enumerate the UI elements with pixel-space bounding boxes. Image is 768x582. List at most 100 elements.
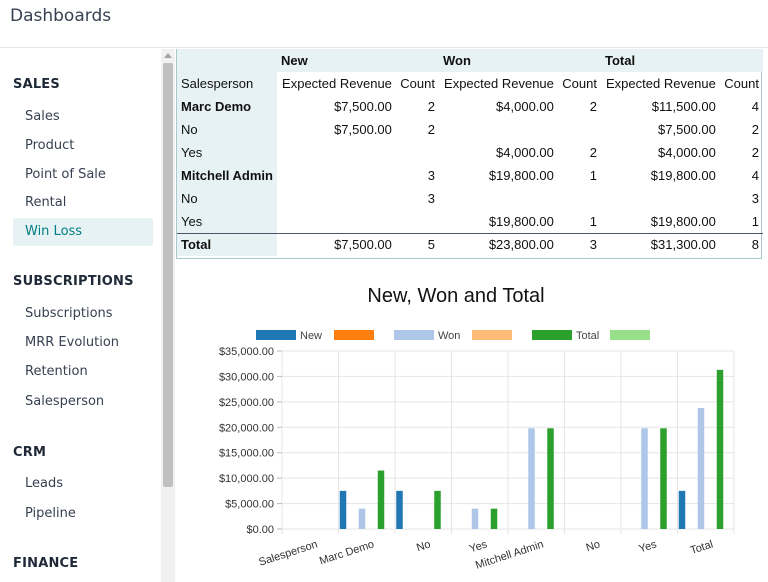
- pivot-cell[interactable]: [439, 118, 558, 141]
- pivot-total-label[interactable]: Total: [177, 232, 277, 256]
- pivot-measure-header[interactable]: Count: [558, 72, 601, 95]
- pivot-cell[interactable]: [277, 164, 396, 187]
- pivot-row-label[interactable]: Yes: [177, 210, 277, 233]
- legend-swatch-4[interactable]: [532, 330, 572, 340]
- pivot-cell[interactable]: [439, 187, 558, 210]
- pivot-total-cell[interactable]: $23,800.00: [438, 232, 558, 256]
- pivot-cell[interactable]: 4: [720, 95, 763, 118]
- pivot-cell[interactable]: 2: [558, 141, 601, 164]
- pivot-cell[interactable]: [558, 187, 601, 210]
- bar[interactable]: [660, 428, 667, 529]
- legend-label-2[interactable]: Won: [438, 330, 460, 342]
- pivot-row-label[interactable]: Mitchell Admin: [177, 164, 277, 187]
- pivot-cell[interactable]: [277, 141, 396, 164]
- pivot-group-header-won[interactable]: Won: [438, 49, 601, 72]
- pivot-cell[interactable]: 2: [396, 95, 439, 118]
- pivot-cell[interactable]: 1: [558, 164, 601, 187]
- scroll-up-arrow-icon[interactable]: [164, 53, 172, 58]
- pivot-cell[interactable]: $4,000.00: [601, 141, 720, 164]
- sidebar-item-point-of-sale[interactable]: Point of Sale: [13, 161, 153, 189]
- bar[interactable]: [641, 428, 648, 529]
- pivot-row-label[interactable]: Marc Demo: [177, 95, 277, 118]
- legend-swatch-0[interactable]: [256, 330, 296, 340]
- pivot-total-cell[interactable]: 8: [719, 232, 763, 256]
- app-title: Dashboards: [10, 6, 112, 26]
- sidebar-item-subscriptions[interactable]: Subscriptions: [13, 300, 153, 328]
- pivot-cell[interactable]: $19,800.00: [601, 210, 720, 233]
- pivot-cell[interactable]: $7,500.00: [277, 118, 396, 141]
- pivot-total-cell[interactable]: $31,300.00: [600, 232, 720, 256]
- bar[interactable]: [339, 490, 347, 529]
- pivot-cell[interactable]: 1: [720, 210, 763, 233]
- chart-legend[interactable]: New Won Total: [256, 330, 650, 342]
- pivot-row-label[interactable]: Yes: [177, 141, 277, 164]
- pivot-cell[interactable]: [277, 187, 396, 210]
- pivot-cell[interactable]: 3: [396, 164, 439, 187]
- bar[interactable]: [678, 490, 686, 529]
- sidebar-item-retention[interactable]: Retention: [13, 358, 153, 386]
- sidebar-item-pipeline[interactable]: Pipeline: [13, 500, 153, 528]
- pivot-total-cell[interactable]: $7,500.00: [277, 232, 396, 256]
- pivot-measure-header[interactable]: Count: [396, 72, 439, 95]
- pivot-cell[interactable]: [558, 118, 601, 141]
- bar[interactable]: [434, 490, 441, 529]
- bar[interactable]: [528, 428, 535, 529]
- sidebar-item-win-loss[interactable]: Win Loss: [13, 218, 153, 246]
- pivot-cell[interactable]: [396, 141, 439, 164]
- bar[interactable]: [490, 508, 498, 529]
- pivot-cell[interactable]: [277, 210, 396, 233]
- pivot-measure-header[interactable]: Expected Revenue: [601, 72, 720, 95]
- pivot-measure-header[interactable]: Count: [720, 72, 763, 95]
- bar[interactable]: [471, 508, 479, 529]
- pivot-total-cell[interactable]: 3: [557, 232, 601, 256]
- sidebar-heading-crm: CRM: [13, 445, 47, 460]
- pivot-cell[interactable]: 2: [720, 118, 763, 141]
- pivot-group-header-total[interactable]: Total: [600, 49, 763, 72]
- bar[interactable]: [716, 369, 724, 529]
- pivot-measure-header[interactable]: Expected Revenue: [439, 72, 558, 95]
- sidebar-item-rental[interactable]: Rental: [13, 189, 153, 217]
- pivot-cell[interactable]: $19,800.00: [439, 164, 558, 187]
- pivot-total-cell[interactable]: 5: [395, 232, 439, 256]
- sidebar-item-sales[interactable]: Sales: [13, 103, 153, 131]
- sidebar-item-product[interactable]: Product: [13, 132, 153, 160]
- pivot-cell[interactable]: $11,500.00: [601, 95, 720, 118]
- sidebar-item-mrr-evolution[interactable]: MRR Evolution: [13, 329, 153, 357]
- legend-swatch-2[interactable]: [394, 330, 434, 340]
- pivot-cell[interactable]: $19,800.00: [439, 210, 558, 233]
- pivot-cell[interactable]: $4,000.00: [439, 95, 558, 118]
- pivot-cell[interactable]: 2: [558, 95, 601, 118]
- pivot-cell[interactable]: 2: [396, 118, 439, 141]
- bar[interactable]: [377, 470, 385, 529]
- pivot-cell[interactable]: $19,800.00: [601, 164, 720, 187]
- legend-label-0[interactable]: New: [300, 330, 322, 342]
- legend-swatch-3[interactable]: [472, 330, 512, 340]
- pivot-cell[interactable]: 1: [558, 210, 601, 233]
- pivot-cell[interactable]: 4: [720, 164, 763, 187]
- scrollbar-thumb[interactable]: [163, 63, 173, 487]
- chart-x-axis: SalespersonMarc Demo No YesMitchell Admin N…: [257, 538, 714, 571]
- pivot-cell[interactable]: [396, 210, 439, 233]
- pivot-group-header-new[interactable]: New: [277, 49, 439, 72]
- sidebar-scrollbar[interactable]: [161, 49, 175, 582]
- pivot-cell[interactable]: $7,500.00: [277, 95, 396, 118]
- bar[interactable]: [547, 428, 554, 529]
- bar[interactable]: [697, 407, 705, 529]
- pivot-cell[interactable]: [601, 187, 720, 210]
- legend-swatch-5[interactable]: [610, 330, 650, 340]
- sidebar-item-leads[interactable]: Leads: [13, 470, 153, 498]
- bar[interactable]: [396, 490, 403, 529]
- pivot-cell[interactable]: 3: [720, 187, 763, 210]
- sidebar-item-salesperson[interactable]: Salesperson: [13, 388, 153, 416]
- bar[interactable]: [358, 508, 366, 529]
- legend-swatch-1[interactable]: [334, 330, 374, 340]
- pivot-cell[interactable]: 3: [396, 187, 439, 210]
- legend-label-4[interactable]: Total: [576, 330, 599, 342]
- pivot-measure-header[interactable]: Expected Revenue: [277, 72, 396, 95]
- pivot-row-label[interactable]: No: [177, 118, 277, 141]
- pivot-row-label[interactable]: No: [177, 187, 277, 210]
- pivot-cell[interactable]: $7,500.00: [601, 118, 720, 141]
- pivot-cell[interactable]: $4,000.00: [439, 141, 558, 164]
- pivot-row-header-label[interactable]: Salesperson: [177, 72, 277, 95]
- pivot-cell[interactable]: 2: [720, 141, 763, 164]
